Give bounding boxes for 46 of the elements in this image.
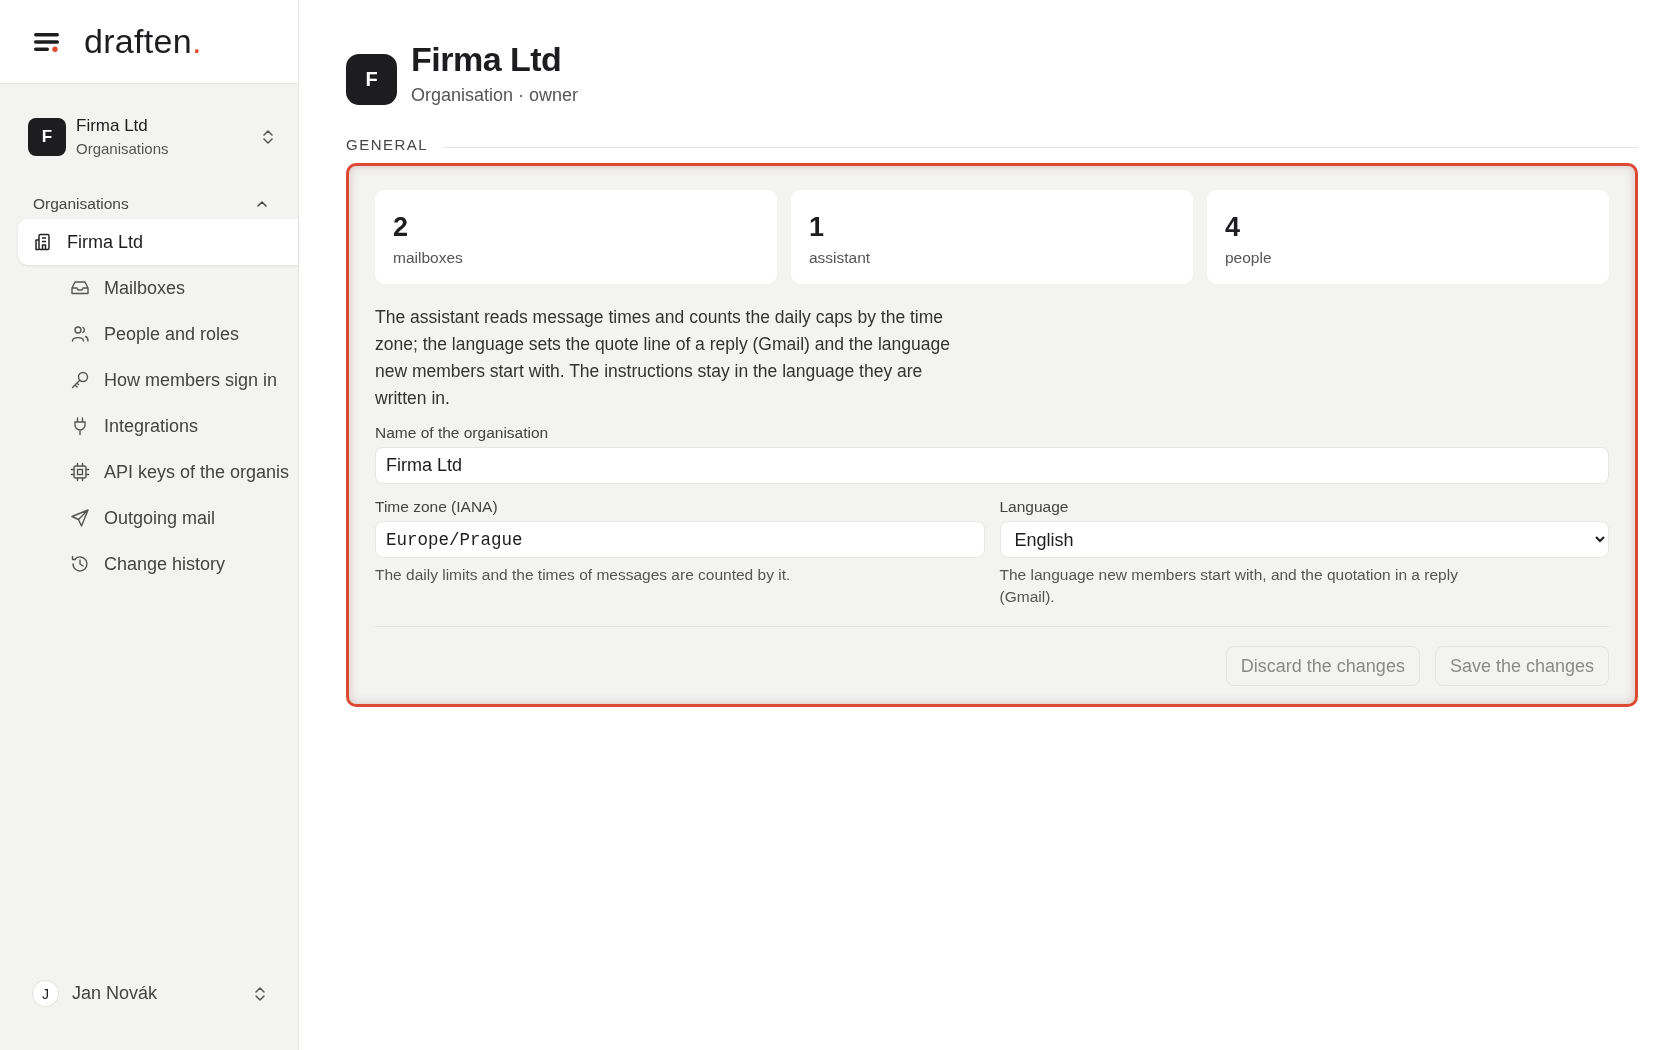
user-name: Jan Novák <box>72 983 159 1004</box>
language-select[interactable]: English <box>999 521 1609 558</box>
nav-item[interactable]: API keys of the organis <box>18 449 298 495</box>
chip-icon <box>70 462 90 482</box>
nav-item[interactable]: Integrations <box>18 403 298 449</box>
up-down-chevron-icon <box>262 127 274 146</box>
stat-value: 2 <box>393 212 410 243</box>
nav-item[interactable]: Change history <box>18 541 298 587</box>
name-field[interactable]: Firma Ltd <box>375 447 1609 484</box>
stat-value: 4 <box>1225 212 1242 243</box>
organisation-switcher[interactable]: F Firma Ltd Organisations <box>18 116 298 157</box>
field-label: Time zone (IANA) <box>375 498 499 516</box>
building-icon <box>33 232 53 252</box>
organisation-avatar: F <box>28 117 66 156</box>
stat-label: assistant <box>809 249 872 267</box>
nav-item[interactable]: People and roles <box>18 311 298 357</box>
menu-icon[interactable] <box>34 31 60 52</box>
stat-label: mailboxes <box>393 249 464 267</box>
brand-logo: draften. <box>84 22 202 61</box>
nav-item[interactable]: Mailboxes <box>18 265 298 311</box>
send-icon <box>70 508 90 528</box>
key-icon <box>70 370 90 390</box>
description: The assistant reads message times and counts the daily caps by the time zone; the language sets the quote line of a reply (Gmail) and the language new members start with. The instructions stay in the language they are written in. <box>375 306 951 410</box>
organisation-subtitle: Organisations <box>76 140 170 157</box>
nav-item[interactable]: Firma Ltd <box>18 219 298 265</box>
organisation-name: Firma Ltd <box>76 116 149 136</box>
users-icon <box>70 324 90 344</box>
up-down-chevron-icon <box>254 984 266 1003</box>
time-zone-field[interactable]: Europe/Prague <box>375 521 985 558</box>
organisation-avatar: F <box>346 53 397 105</box>
section-title: GENERAL <box>346 136 429 153</box>
stat-label: people <box>1225 249 1273 267</box>
page-title: Firma Ltd <box>411 40 563 79</box>
field-hint: The daily limits and the times of messages are counted by it. <box>375 565 792 585</box>
user-avatar: J <box>33 981 58 1006</box>
field-hint: The language new members start with, and the quotation in a reply (Gmail). <box>999 565 1459 607</box>
history-icon <box>70 554 90 574</box>
nav-item[interactable]: How members sign in <box>18 357 298 403</box>
nav-item[interactable]: Outgoing mail <box>18 495 298 541</box>
stat-value: 1 <box>809 212 826 243</box>
user-menu[interactable]: J Jan Novák <box>18 981 298 1006</box>
chevron-icon <box>256 200 268 208</box>
page-subtitle: Organisation · owner <box>411 85 579 106</box>
nav-group-header[interactable]: Organisations <box>18 191 298 217</box>
field-label: Language <box>999 498 1070 516</box>
field-label: Name of the organisation <box>375 424 550 442</box>
